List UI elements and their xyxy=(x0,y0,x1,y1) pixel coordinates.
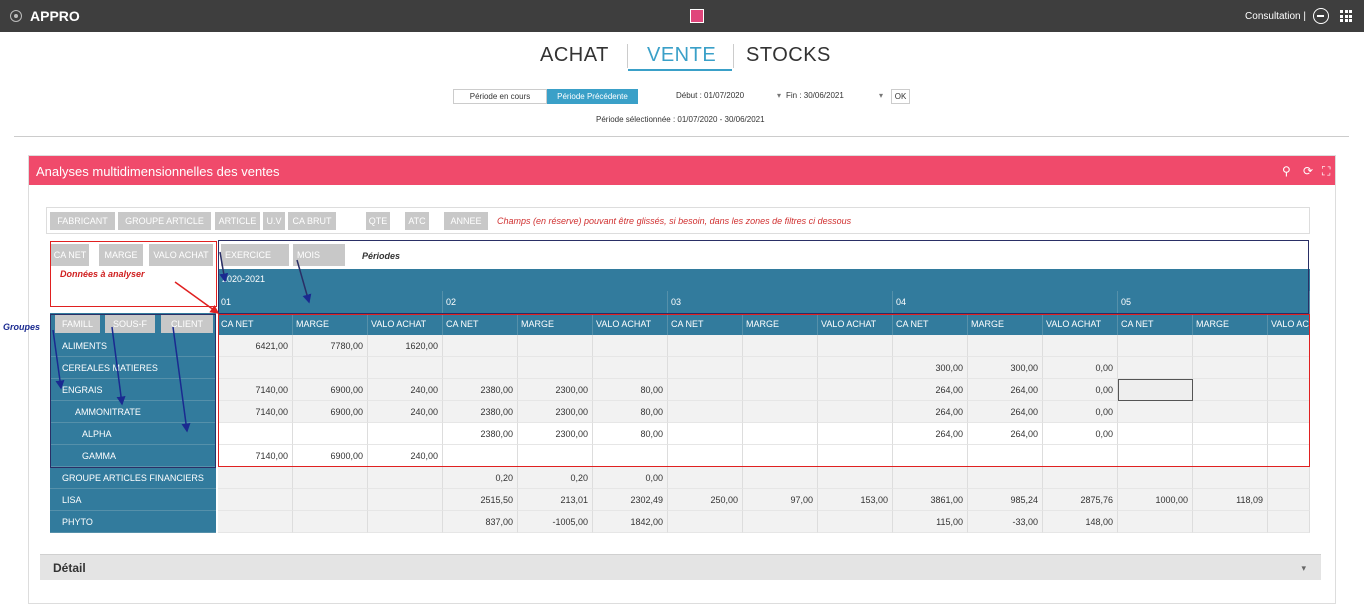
detail-title: Détail xyxy=(53,561,86,575)
chevron-down-icon[interactable]: ▾ xyxy=(1301,563,1306,574)
annotation-arrows xyxy=(52,251,312,433)
detail-bar[interactable]: Détail ▾ xyxy=(40,554,1321,580)
